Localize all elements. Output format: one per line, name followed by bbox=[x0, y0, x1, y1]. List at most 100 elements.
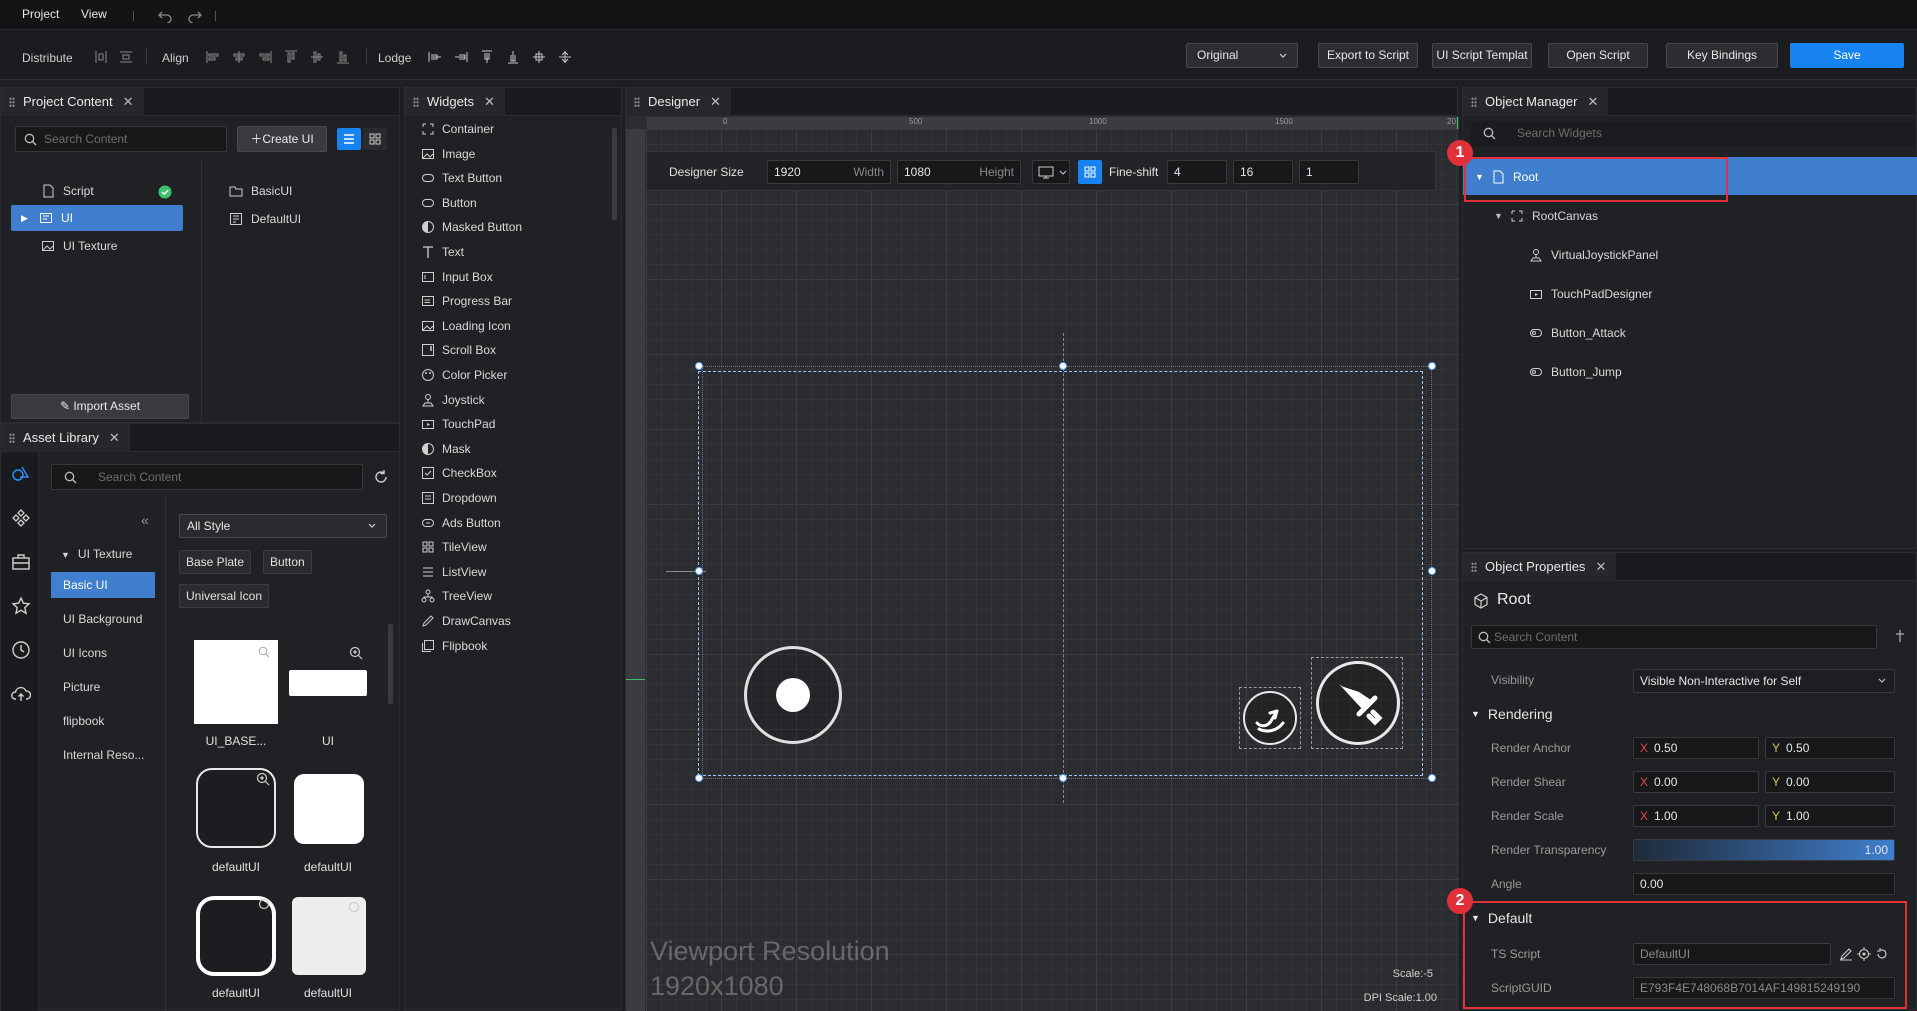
object-tree-item-button-attack[interactable]: Button_Attack bbox=[1513, 326, 1626, 340]
distribute-vertical-icon[interactable] bbox=[119, 50, 133, 64]
object-manager-tab[interactable]: Object Manager ✕ bbox=[1463, 88, 1609, 116]
drag-grip-icon[interactable] bbox=[1471, 97, 1477, 107]
widget-item-text[interactable]: Text bbox=[421, 245, 464, 259]
ui-script-template-button[interactable]: UI Script Templat bbox=[1432, 43, 1532, 68]
lodge-left-icon[interactable] bbox=[428, 50, 442, 64]
step-input[interactable]: 1 bbox=[1299, 160, 1359, 184]
width-input[interactable]: 1920 Width bbox=[767, 160, 891, 184]
resize-handle[interactable] bbox=[1428, 362, 1436, 370]
list-view-toggle[interactable] bbox=[337, 128, 361, 150]
lodge-center-icon[interactable] bbox=[532, 50, 546, 64]
align-top-icon[interactable] bbox=[284, 50, 298, 64]
lodge-bottom-icon[interactable] bbox=[506, 50, 520, 64]
align-bottom-icon[interactable] bbox=[336, 50, 350, 64]
tree-item-script[interactable]: Script bbox=[41, 184, 94, 198]
object-tree-item-touchpaddesigner[interactable]: TouchPadDesigner bbox=[1513, 287, 1652, 301]
shapes-icon[interactable] bbox=[11, 464, 31, 484]
widget-item-dropdown[interactable]: Dropdown bbox=[421, 491, 497, 505]
widget-item-button[interactable]: Button bbox=[421, 196, 477, 210]
render-shear-y[interactable]: Y 0.00 bbox=[1765, 771, 1895, 793]
zoom-icon[interactable] bbox=[348, 901, 362, 915]
close-icon[interactable]: ✕ bbox=[484, 88, 495, 116]
thumbnail-ui[interactable] bbox=[289, 670, 367, 696]
lodge-top-icon[interactable] bbox=[480, 50, 494, 64]
resize-handle[interactable] bbox=[1059, 774, 1067, 782]
widgets-tab[interactable]: Widgets ✕ bbox=[405, 88, 505, 116]
zoom-icon[interactable] bbox=[349, 646, 363, 660]
category-basic-ui[interactable]: Basic UI bbox=[51, 572, 155, 598]
menu-project[interactable]: Project bbox=[22, 7, 59, 21]
widget-item-treeview[interactable]: TreeView bbox=[421, 589, 492, 603]
render-transparency-slider[interactable]: 1.00 bbox=[1633, 839, 1895, 861]
render-scale-y[interactable]: Y 1.00 bbox=[1765, 805, 1895, 827]
zoom-icon[interactable] bbox=[258, 898, 272, 912]
drag-grip-icon[interactable] bbox=[9, 433, 15, 443]
distribute-horizontal-icon[interactable] bbox=[94, 50, 108, 64]
resize-handle[interactable] bbox=[695, 567, 703, 575]
visibility-select[interactable]: Visible Non-Interactive for Self bbox=[1633, 669, 1895, 693]
clock-icon[interactable] bbox=[11, 640, 31, 660]
widget-item-checkbox[interactable]: CheckBox bbox=[421, 466, 497, 480]
scrollbar[interactable] bbox=[612, 128, 617, 220]
render-scale-x[interactable]: X 1.00 bbox=[1633, 805, 1759, 827]
open-script-button[interactable]: Open Script bbox=[1548, 43, 1648, 68]
render-shear-x[interactable]: X 0.00 bbox=[1633, 771, 1759, 793]
export-script-button[interactable]: Export to Script bbox=[1318, 43, 1418, 68]
widget-item-text-button[interactable]: Text Button bbox=[421, 171, 502, 185]
widget-item-input-box[interactable]: Input Box bbox=[421, 270, 493, 284]
star-icon[interactable] bbox=[11, 596, 31, 616]
category-ui-background[interactable]: UI Background bbox=[51, 606, 155, 632]
object-tree-item-virtualjoystickpanel[interactable]: VirtualJoystickPanel bbox=[1513, 248, 1658, 262]
align-right-icon[interactable] bbox=[258, 50, 272, 64]
widget-item-container[interactable]: Container bbox=[421, 122, 494, 136]
render-anchor-x[interactable]: X 0.50 bbox=[1633, 737, 1759, 759]
grid-size-input[interactable]: 16 bbox=[1233, 160, 1293, 184]
property-search-input[interactable]: Search Content bbox=[1471, 625, 1877, 649]
caret-down-icon[interactable]: ▼ bbox=[1494, 211, 1506, 221]
designer-tab[interactable]: Designer ✕ bbox=[626, 88, 731, 116]
zoom-icon[interactable] bbox=[256, 772, 270, 786]
create-ui-button[interactable]: ＋Create UI bbox=[237, 126, 327, 152]
device-select[interactable] bbox=[1032, 160, 1070, 184]
widget-item-joystick[interactable]: Joystick bbox=[421, 393, 485, 407]
category-ui-icons[interactable]: UI Icons bbox=[51, 640, 155, 666]
widget-item-tileview[interactable]: TileView bbox=[421, 540, 487, 554]
resize-handle[interactable] bbox=[695, 774, 703, 782]
resolution-select[interactable]: Original bbox=[1186, 43, 1298, 68]
joystick-knob[interactable] bbox=[776, 678, 810, 712]
widget-item-mask[interactable]: Mask bbox=[421, 442, 471, 456]
close-icon[interactable]: ✕ bbox=[710, 88, 721, 116]
widget-item-flipbook[interactable]: Flipbook bbox=[421, 639, 487, 653]
lodge-right-icon[interactable] bbox=[454, 50, 468, 64]
close-icon[interactable]: ✕ bbox=[1595, 553, 1606, 581]
pin-icon[interactable] bbox=[1893, 629, 1907, 643]
widget-item-color-picker[interactable]: Color Picker bbox=[421, 368, 507, 382]
object-tree-item-rootcanvas[interactable]: ▼ RootCanvas bbox=[1494, 209, 1598, 223]
chip-universal-icon[interactable]: Universal Icon bbox=[179, 584, 270, 608]
menu-view[interactable]: View bbox=[81, 7, 107, 21]
align-left-icon[interactable] bbox=[206, 50, 220, 64]
scrollbar[interactable] bbox=[388, 624, 393, 704]
grid-snap-toggle[interactable] bbox=[1078, 160, 1102, 184]
resize-handle[interactable] bbox=[1428, 774, 1436, 782]
component-icon[interactable] bbox=[11, 508, 31, 528]
refresh-icon[interactable] bbox=[373, 469, 389, 485]
angle-input[interactable]: 0.00 bbox=[1633, 873, 1895, 895]
drag-grip-icon[interactable] bbox=[413, 97, 419, 107]
fine-shift-input[interactable]: 4 bbox=[1167, 160, 1227, 184]
undo-icon[interactable] bbox=[157, 9, 173, 23]
resize-handle[interactable] bbox=[1059, 362, 1067, 370]
save-button[interactable]: Save bbox=[1790, 43, 1904, 68]
drag-grip-icon[interactable] bbox=[634, 97, 640, 107]
category-internal-resources[interactable]: Internal Reso... bbox=[51, 742, 155, 768]
height-input[interactable]: 1080 Height bbox=[897, 160, 1021, 184]
align-center-icon[interactable] bbox=[232, 50, 246, 64]
file-item-defaultui[interactable]: DefaultUI bbox=[229, 212, 301, 226]
cloud-upload-icon[interactable] bbox=[11, 684, 31, 704]
button-attack[interactable] bbox=[1316, 661, 1400, 745]
widget-item-scroll-box[interactable]: Scroll Box bbox=[421, 343, 496, 357]
zoom-icon[interactable] bbox=[258, 646, 270, 658]
chip-button[interactable]: Button bbox=[263, 550, 312, 574]
close-icon[interactable]: ✕ bbox=[1588, 88, 1599, 116]
resize-handle[interactable] bbox=[695, 362, 703, 370]
